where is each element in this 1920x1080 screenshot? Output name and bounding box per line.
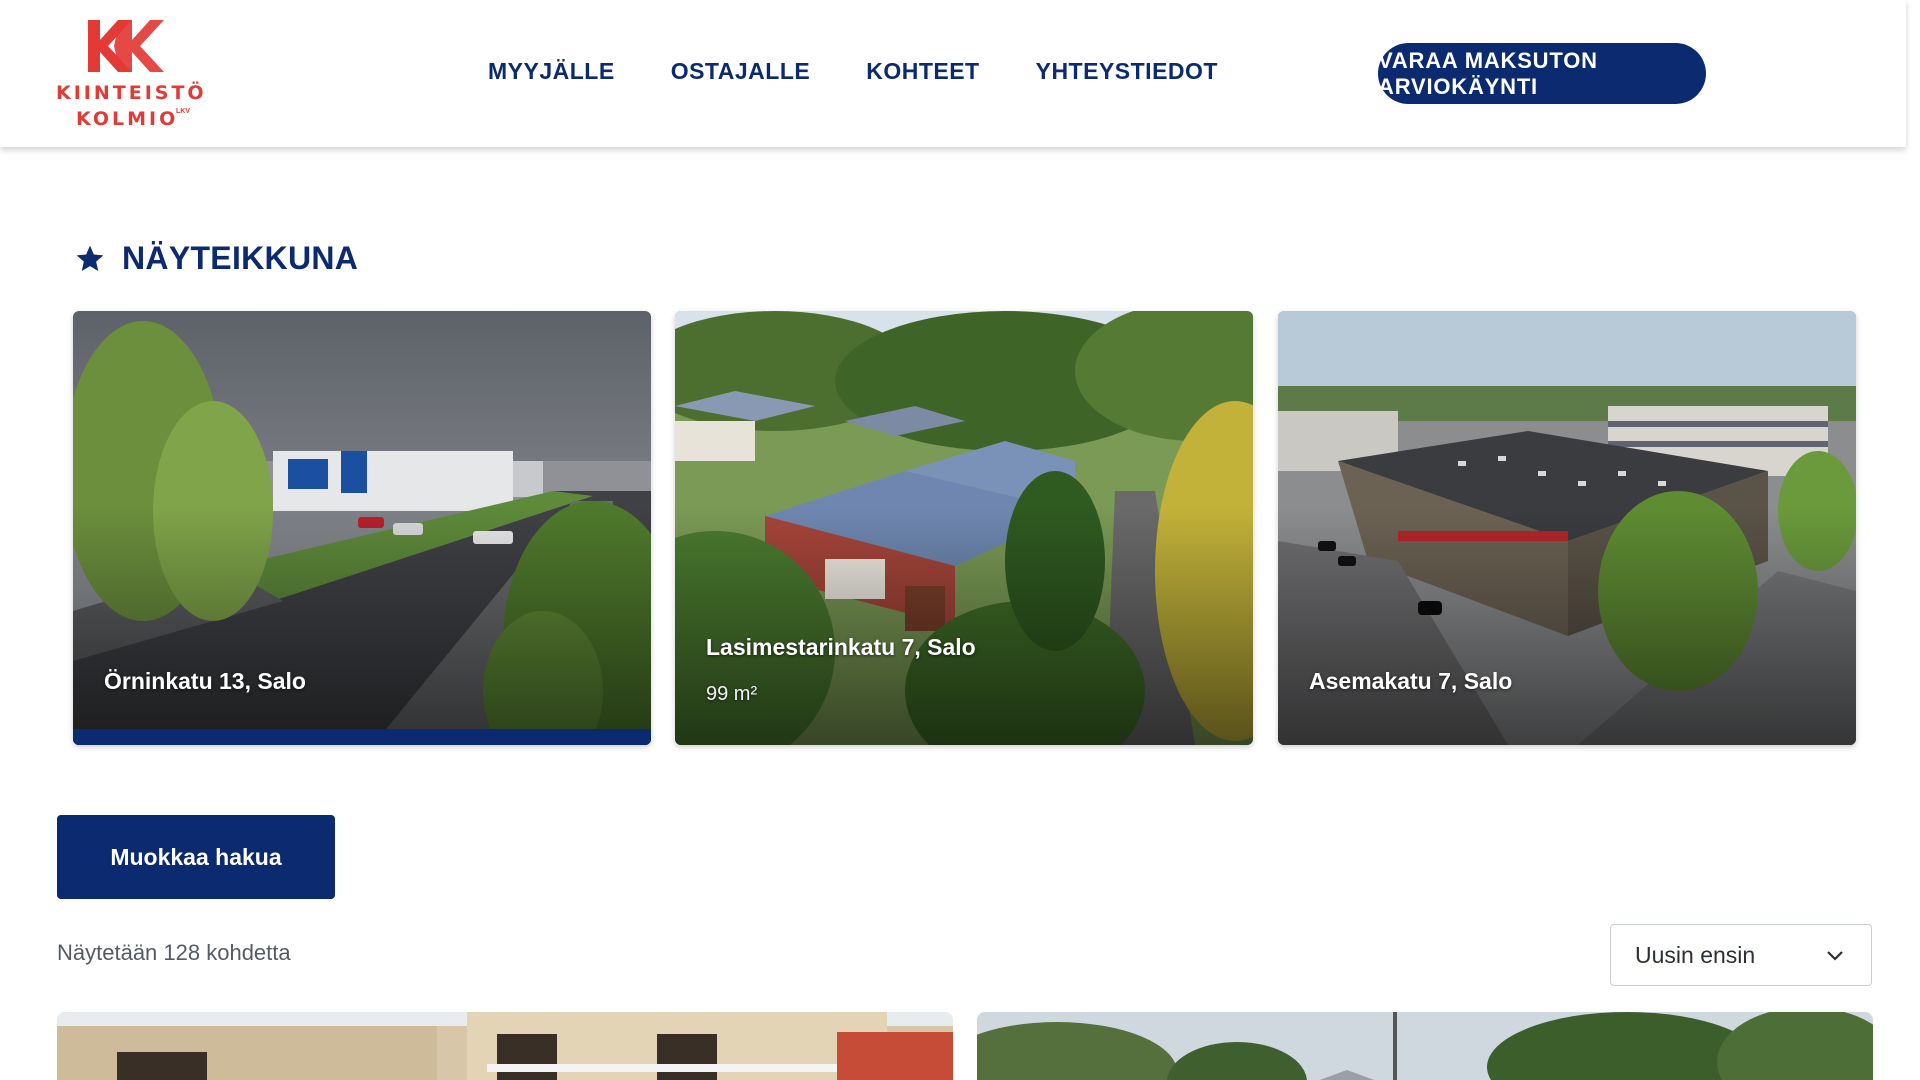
showcase-card[interactable]: Asemakatu 7, Salo — [1278, 311, 1856, 745]
logo[interactable]: KIINTEISTÖ KOLMIO LKV — [56, 18, 204, 130]
card-address: Asemakatu 7, Salo — [1309, 668, 1513, 694]
page: KIINTEISTÖ KOLMIO LKV MYYJÄLLE OSTAJALLE… — [0, 0, 1920, 1080]
chevron-down-icon — [1827, 951, 1843, 961]
logo-suffix: LKV — [176, 108, 190, 115]
nav-item-myyjalle[interactable]: MYYJÄLLE — [488, 58, 615, 85]
nav-item-kohteet[interactable]: KOHTEET — [866, 58, 979, 85]
listing-photo — [977, 1012, 1873, 1080]
showcase-card[interactable]: Lasimestarinkatu 7, Salo 99 m² — [675, 311, 1253, 745]
book-valuation-button[interactable]: VARAA MAKSUTON ARVIOKÄYNTI — [1378, 43, 1706, 104]
result-count: Näytetään 128 kohdetta — [57, 940, 291, 965]
star-icon — [76, 245, 104, 271]
card-address: Lasimestarinkatu 7, Salo — [706, 634, 976, 660]
active-indicator — [73, 729, 651, 745]
sort-selected-value: Uusin ensin — [1635, 941, 1756, 968]
listing-card[interactable] — [977, 1012, 1873, 1080]
listing-card[interactable] — [57, 1012, 953, 1080]
edit-search-button[interactable]: Muokkaa hakua — [57, 815, 335, 899]
photo-overlay — [675, 311, 1253, 745]
showcase-title: NÄYTEIKKUNA — [122, 240, 359, 276]
card-address: Örninkatu 13, Salo — [104, 668, 306, 694]
listing-photo — [57, 1012, 953, 1080]
logo-mark-icon — [88, 20, 164, 72]
card-area: 99 m² — [706, 683, 758, 705]
nav-item-ostajalle[interactable]: OSTAJALLE — [671, 58, 811, 85]
nav-item-yhteystiedot[interactable]: YHTEYSTIEDOT — [1036, 58, 1218, 85]
showcase-card[interactable]: Örninkatu 13, Salo — [73, 311, 651, 745]
showcase-heading: NÄYTEIKKUNA — [74, 240, 358, 277]
site-header: KIINTEISTÖ KOLMIO LKV MYYJÄLLE OSTAJALLE… — [0, 0, 1906, 147]
main-nav: MYYJÄLLE OSTAJALLE KOHTEET YHTEYSTIEDOT — [488, 58, 1274, 85]
logo-text-line2: KOLMIO — [76, 108, 179, 130]
logo-text-line1: KIINTEISTÖ — [56, 82, 207, 104]
sort-select[interactable]: Uusin ensin — [1610, 924, 1872, 986]
